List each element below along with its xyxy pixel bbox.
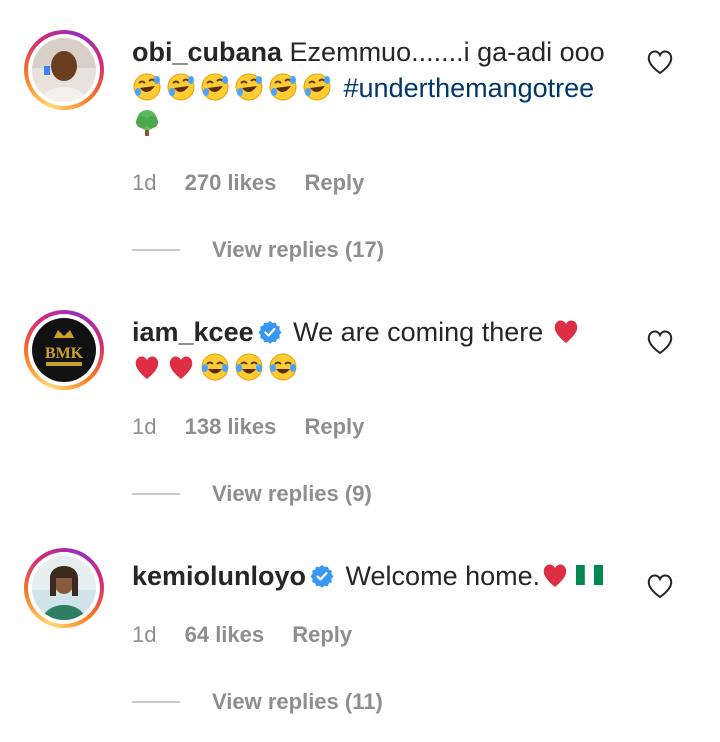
hashtag-link[interactable]: #underthemangotree — [344, 73, 595, 103]
comment-username[interactable]: obi_cubana — [132, 37, 282, 67]
comment-body: Welcome home. — [345, 561, 541, 591]
heart-icon — [135, 356, 159, 379]
view-replies-button[interactable]: View replies (11) — [132, 687, 383, 717]
story-ring[interactable]: BMK — [24, 310, 104, 390]
like-heart-icon[interactable] — [644, 46, 676, 78]
avatar — [32, 38, 96, 102]
tears-of-joy-icon — [269, 353, 297, 381]
heart-icon — [169, 356, 193, 379]
rolling-laugh-icon — [133, 73, 161, 101]
replies-divider — [132, 701, 180, 703]
story-ring[interactable] — [24, 548, 104, 628]
comment-username[interactable]: iam_kcee — [132, 317, 254, 347]
rolling-laugh-icon — [201, 73, 229, 101]
heart-icon — [543, 564, 567, 587]
avatar — [32, 556, 96, 620]
replies-divider — [132, 493, 180, 495]
tears-of-joy-icon — [235, 353, 263, 381]
comment-text: obi_cubana Ezemmuo.......i ga-adi ooo #u… — [132, 34, 632, 142]
comment-text: iam_kcee We are coming there — [132, 314, 632, 386]
view-replies-button[interactable]: View replies (9) — [132, 479, 372, 509]
reply-button[interactable]: Reply — [304, 170, 364, 195]
comment-username[interactable]: kemiolunloyo — [132, 561, 306, 591]
story-ring[interactable] — [24, 30, 104, 110]
comment-time: 1d — [132, 170, 157, 195]
comment-meta: 1d 270 likes Reply — [132, 168, 386, 198]
comment-text: kemiolunloyo Welcome home. — [132, 558, 632, 594]
replies-divider — [132, 249, 180, 251]
reply-button[interactable]: Reply — [292, 622, 352, 647]
heart-icon — [554, 320, 578, 343]
verified-badge-icon — [257, 320, 282, 344]
rolling-laugh-icon — [235, 73, 263, 101]
tree-icon — [136, 110, 158, 136]
likes-count[interactable]: 270 likes — [185, 170, 277, 195]
comment-meta: 1d 64 likes Reply — [132, 620, 374, 650]
view-replies-button[interactable]: View replies (17) — [132, 235, 384, 265]
tears-of-joy-icon — [201, 353, 229, 381]
comment-time: 1d — [132, 622, 157, 647]
view-replies-label: View replies (17) — [212, 237, 385, 262]
rolling-laugh-icon — [167, 73, 195, 101]
avatar: BMK — [32, 318, 96, 382]
like-heart-icon[interactable] — [644, 326, 676, 358]
nigeria-flag-icon — [575, 564, 604, 586]
comment-body: We are coming there — [293, 317, 544, 347]
rolling-laugh-icon — [269, 73, 297, 101]
view-replies-label: View replies (9) — [212, 481, 372, 506]
svg-text:BMK: BMK — [45, 345, 84, 362]
view-replies-label: View replies (11) — [212, 689, 383, 714]
like-heart-icon[interactable] — [644, 570, 676, 602]
verified-badge-icon — [310, 564, 335, 588]
emoji-row — [132, 353, 302, 383]
likes-count[interactable]: 64 likes — [185, 622, 265, 647]
laugh-emoji-row — [132, 73, 336, 103]
reply-button[interactable]: Reply — [304, 414, 364, 439]
likes-count[interactable]: 138 likes — [185, 414, 277, 439]
comment-body: Ezemmuo.......i ga-adi ooo — [289, 37, 605, 67]
rolling-laugh-icon — [303, 73, 331, 101]
comment-meta: 1d 138 likes Reply — [132, 412, 386, 442]
comment-time: 1d — [132, 414, 157, 439]
